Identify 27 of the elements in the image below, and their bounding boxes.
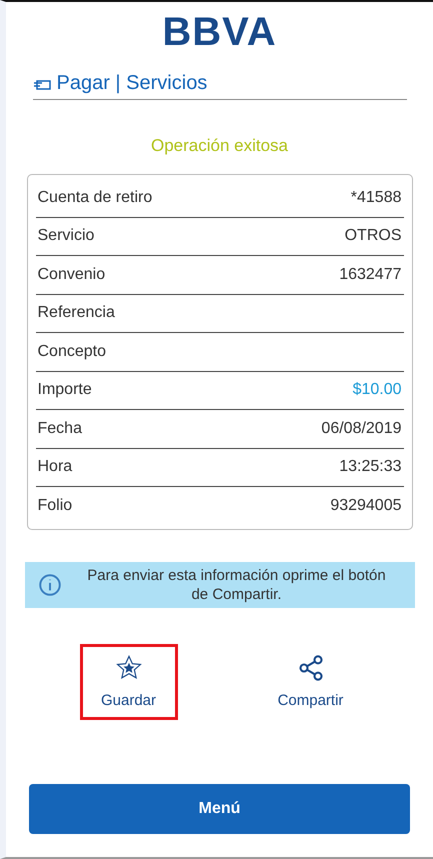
bbva-logo: BBVA xyxy=(162,9,277,56)
share-icon xyxy=(296,654,324,682)
card-icon xyxy=(32,78,50,90)
row-value: $10.00 xyxy=(352,381,402,400)
row-label: Folio xyxy=(38,496,72,515)
info-icon xyxy=(36,572,62,598)
row-value: 06/08/2019 xyxy=(321,420,402,438)
row-label: Referencia xyxy=(38,304,115,322)
save-button[interactable]: Guardar xyxy=(80,644,178,720)
row-label: Servicio xyxy=(38,227,94,246)
row-label: Hora xyxy=(38,458,72,476)
page-title: Pagar | Servicios xyxy=(56,72,208,95)
status-message: Operación exitosa xyxy=(150,136,288,156)
row-label: Importe xyxy=(38,381,92,400)
row-value: 93294005 xyxy=(330,496,402,515)
row-value: 13:25:33 xyxy=(339,458,402,476)
share-button[interactable]: Compartir xyxy=(262,644,360,720)
menu-button[interactable]: Menú xyxy=(29,784,410,834)
row-label: Concepto xyxy=(38,342,106,361)
info-text: Para enviar esta información oprime el botón de Compartir. xyxy=(86,566,386,604)
row-value: OTROS xyxy=(344,227,402,246)
row-label: Cuenta de retiro xyxy=(38,188,152,207)
row-label: Fecha xyxy=(38,420,82,438)
row-value: 1632477 xyxy=(339,266,402,284)
row-value: *41588 xyxy=(350,188,402,207)
row-label: Convenio xyxy=(38,266,106,284)
star-icon xyxy=(114,654,142,682)
